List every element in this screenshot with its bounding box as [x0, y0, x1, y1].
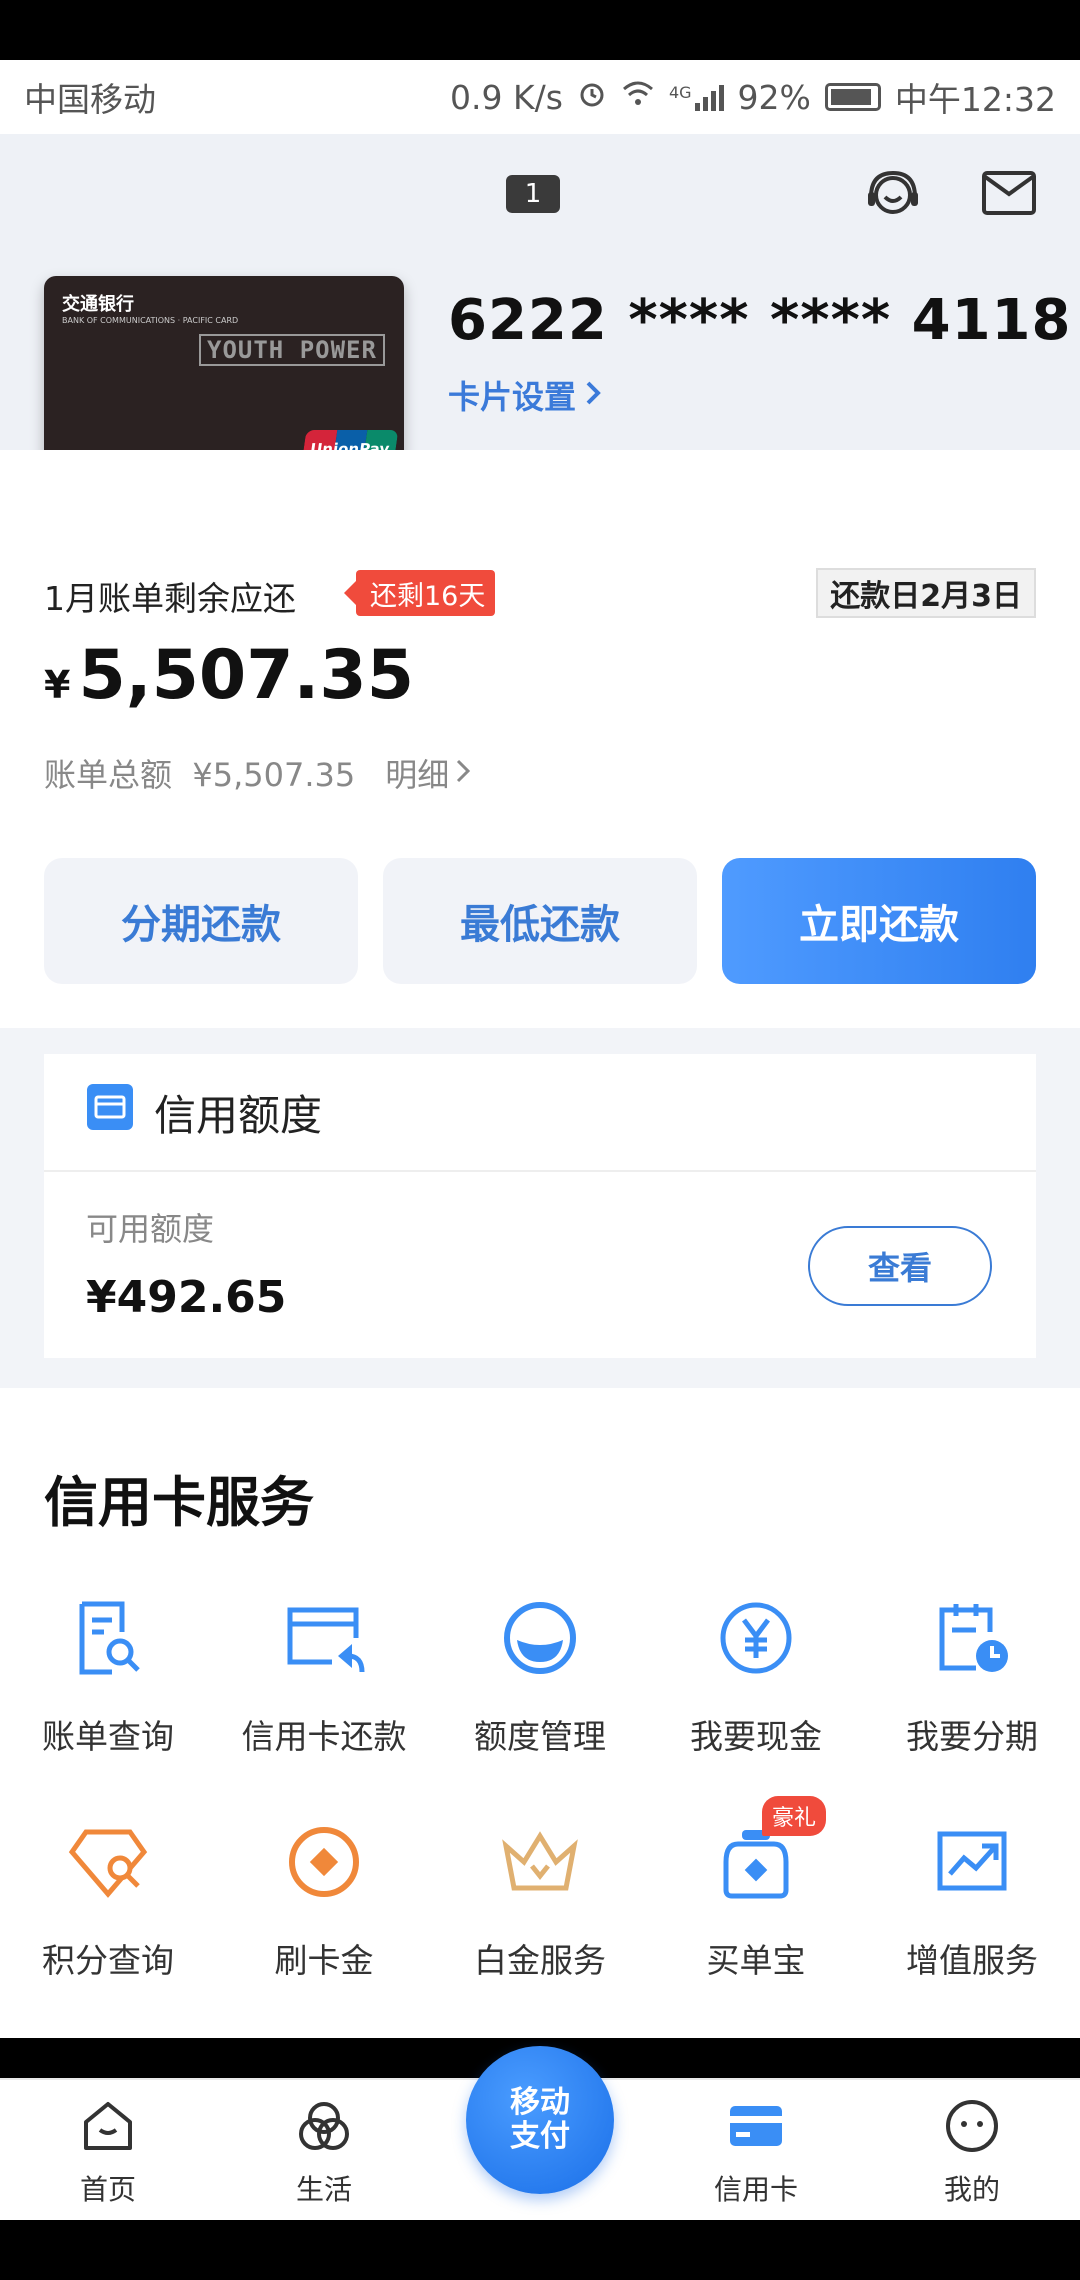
- chevron-right-icon: [455, 754, 471, 792]
- pay-button-line2: 支付: [510, 2119, 570, 2154]
- service-pay-treasure[interactable]: 豪礼 买单宝: [648, 1796, 864, 2002]
- bottom-black-bar: [0, 2220, 1080, 2280]
- service-platinum[interactable]: 白金服务: [432, 1812, 648, 2002]
- customer-service-icon[interactable]: [858, 160, 928, 230]
- available-limit-label: 可用额度: [86, 1210, 215, 1248]
- amount-value: 5,507.35: [78, 636, 415, 715]
- bank-logo: 交通银行 BANK OF COMMUNICATIONS · PACIFIC CA…: [62, 290, 238, 325]
- service-bill-search[interactable]: 账单查询: [0, 1588, 216, 1778]
- service-card-repay[interactable]: 信用卡还款: [216, 1588, 432, 1778]
- swipe-gold-icon: [274, 1812, 374, 1912]
- profile-icon: [942, 2096, 1002, 2160]
- gift-badge: 豪礼: [762, 1796, 827, 1836]
- minimum-repay-button[interactable]: 最低还款: [383, 858, 697, 984]
- chart-icon: [922, 1812, 1022, 1912]
- service-label: 账单查询: [42, 1717, 174, 1756]
- battery-icon: [824, 83, 881, 111]
- status-bar: 中国移动 0.9 K/s 4G 92% 中午12:32: [0, 60, 1080, 134]
- life-icon: [294, 2096, 354, 2160]
- card-art-text: YOUTH POWER: [199, 334, 385, 366]
- card-services-section: 信用卡服务 账单查询 信用卡还款 额度管理 我要现金 我要分期 积分查询 刷卡金…: [0, 1388, 1080, 2038]
- credit-limit-card: 信用额度 可用额度 ¥492.65 查看: [44, 1054, 1036, 1358]
- nav-life[interactable]: 生活: [216, 2080, 432, 2222]
- card-settings-label: 卡片设置: [448, 378, 577, 416]
- credit-limit-header: 信用额度: [44, 1054, 1036, 1172]
- cash-icon: [706, 1588, 806, 1688]
- clock: 中午12:32: [894, 80, 1056, 119]
- service-value-added[interactable]: 增值服务: [864, 1812, 1080, 2002]
- home-icon: [78, 2096, 138, 2160]
- service-label: 买单宝: [706, 1941, 806, 1980]
- mobile-pay-button[interactable]: 移动 支付: [466, 2046, 614, 2194]
- network-type: 4G: [668, 83, 692, 102]
- service-installment[interactable]: 我要分期: [864, 1588, 1080, 1778]
- total-label-text: 账单总额: [44, 756, 173, 794]
- currency-symbol: ¥: [44, 663, 71, 707]
- service-label: 我要现金: [690, 1717, 822, 1756]
- detail-link[interactable]: 明细: [385, 750, 471, 796]
- pay-button-line1: 移动: [510, 2085, 570, 2120]
- network-speed: 0.9 K/s: [450, 77, 563, 117]
- service-label: 刷卡金: [274, 1941, 374, 1980]
- credit-limit-title: 信用额度: [154, 1090, 323, 1140]
- installment-repay-button[interactable]: 分期还款: [44, 858, 358, 984]
- total-value: ¥5,507.35: [192, 756, 356, 794]
- bill-total-row: 账单总额 ¥5,507.35 明细: [44, 750, 471, 796]
- nav-label: 首页: [79, 2173, 136, 2206]
- card-repay-icon: [274, 1588, 374, 1688]
- nav-label: 信用卡: [713, 2173, 798, 2206]
- bill-search-icon: [58, 1588, 158, 1688]
- bill-amount: ¥ 5,507.35: [44, 636, 414, 715]
- services-title: 信用卡服务: [44, 1471, 314, 1534]
- limit-manage-icon: [490, 1588, 590, 1688]
- installment-icon: [922, 1588, 1022, 1688]
- service-label: 白金服务: [474, 1941, 606, 1980]
- nav-home[interactable]: 首页: [0, 2080, 216, 2222]
- service-label: 增值服务: [906, 1941, 1038, 1980]
- detail-label: 明细: [385, 756, 450, 794]
- alarm-icon: [577, 78, 607, 117]
- service-cash[interactable]: 我要现金: [648, 1588, 864, 1778]
- credit-card-icon: [726, 2096, 786, 2160]
- repay-now-button[interactable]: 立即还款: [722, 858, 1036, 984]
- bank-name: 交通银行: [62, 294, 134, 315]
- bill-label: 1月账单剩余应还: [44, 579, 296, 618]
- due-date-badge: 还款日2月3日: [816, 568, 1036, 618]
- total-label: 账单总额 ¥5,507.35: [44, 750, 355, 796]
- card-settings-link[interactable]: 卡片设置: [448, 372, 602, 418]
- points-icon: [58, 1812, 158, 1912]
- nav-label: 生活: [295, 2173, 352, 2206]
- service-label: 积分查询: [42, 1941, 174, 1980]
- service-swipe-gold[interactable]: 刷卡金: [216, 1812, 432, 2002]
- service-label: 额度管理: [474, 1717, 606, 1756]
- crown-icon: [490, 1812, 590, 1912]
- service-label: 信用卡还款: [241, 1717, 407, 1756]
- carrier-label: 中国移动: [24, 80, 156, 119]
- bag-icon: 豪礼: [706, 1796, 827, 1912]
- mail-icon[interactable]: [974, 158, 1044, 228]
- wifi-icon: [621, 78, 655, 117]
- service-points[interactable]: 积分查询: [0, 1812, 216, 2002]
- top-black-bar: [0, 0, 1080, 60]
- battery-percent: 92%: [737, 77, 811, 117]
- available-limit-value: ¥492.65: [86, 1272, 287, 1323]
- view-limit-button[interactable]: 查看: [808, 1226, 992, 1306]
- nav-label: 我的: [943, 2173, 1000, 2206]
- credit-card-icon: [86, 1083, 134, 1141]
- service-limit-manage[interactable]: 额度管理: [432, 1588, 648, 1778]
- remaining-days-badge: 还剩16天: [343, 570, 496, 616]
- bank-sub: BANK OF COMMUNICATIONS · PACIFIC CARD: [62, 316, 239, 325]
- nav-profile[interactable]: 我的: [864, 2080, 1080, 2222]
- chevron-right-icon: [584, 376, 602, 414]
- nav-credit-card[interactable]: 信用卡: [648, 2080, 864, 2222]
- service-label: 我要分期: [906, 1717, 1038, 1756]
- notification-badge[interactable]: 1: [506, 175, 560, 213]
- signal-icon: 4G: [669, 83, 724, 111]
- card-number: 6222 **** **** 4118: [448, 288, 1072, 353]
